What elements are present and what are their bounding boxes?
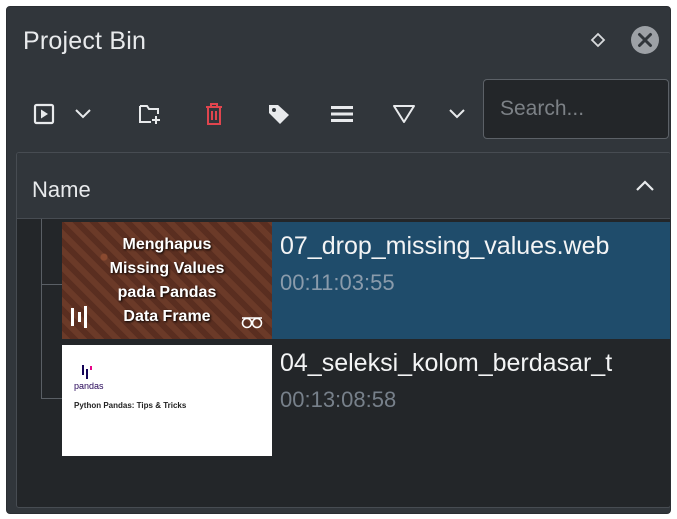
delete-button[interactable] <box>199 100 229 128</box>
add-folder-button[interactable] <box>135 100 167 128</box>
clip-row[interactable]: Menghapus Missing Values pada Pandas Dat… <box>62 222 670 339</box>
proxy-icon <box>241 317 263 329</box>
clip-row[interactable]: pandas Python Pandas: Tips & Tricks 04_s… <box>62 339 670 456</box>
close-icon <box>631 26 659 54</box>
chevron-down-icon <box>449 109 465 119</box>
float-button[interactable] <box>587 29 609 51</box>
clip-duration: 00:11:03:55 <box>280 270 395 295</box>
chevron-down-icon <box>75 109 91 119</box>
sort-ascending-icon <box>636 180 654 191</box>
tag-button[interactable] <box>264 100 294 128</box>
diamond-icon <box>590 32 606 48</box>
filter-menu-button[interactable] <box>443 100 471 128</box>
search-placeholder: Search... <box>500 97 585 120</box>
add-clip-button[interactable] <box>29 100 59 128</box>
clip-thumbnail: pandas Python Pandas: Tips & Tricks <box>62 339 272 456</box>
thumbnail-brand: pandas <box>74 381 104 391</box>
column-header-name[interactable]: Name <box>17 153 670 219</box>
view-options-button[interactable] <box>327 100 357 128</box>
tree-branch-line <box>41 219 42 399</box>
pandas-logo-icon <box>82 365 92 379</box>
clip-name: 07_drop_missing_values.web <box>280 232 610 260</box>
panel-title: Project Bin <box>23 27 147 55</box>
thumbnail-text: Menghapus <box>122 236 212 253</box>
trash-icon <box>206 103 222 125</box>
add-folder-icon <box>139 105 160 124</box>
filter-icon <box>393 105 415 123</box>
hamburger-icon <box>331 106 353 122</box>
add-clip-menu-button[interactable] <box>69 100 97 128</box>
clip-duration: 00:13:08:58 <box>280 387 397 412</box>
add-clip-icon <box>33 103 55 125</box>
thumbnail-heading: Python Pandas: Tips & Tricks <box>74 401 187 410</box>
tree-branch-line <box>41 284 62 285</box>
clip-name: 04_seleksi_kolom_berdasar_t <box>280 349 613 377</box>
tree-branch-line <box>41 398 62 399</box>
thumbnail-text: Missing Values <box>109 260 225 277</box>
column-header-label: Name <box>32 177 91 202</box>
close-button[interactable] <box>629 24 661 56</box>
project-bin-panel: Project Bin Search... Name Menghapus Mis… <box>6 6 671 514</box>
clip-thumbnail: Menghapus Missing Values pada Pandas Dat… <box>62 222 272 339</box>
filter-button[interactable] <box>389 100 419 128</box>
thumbnail-text: pada Pandas <box>117 284 217 301</box>
clip-list-view[interactable]: Name Menghapus Missing Values pada Panda… <box>16 152 670 508</box>
tag-icon <box>269 105 289 124</box>
search-input[interactable]: Search... <box>483 79 669 139</box>
logo-icon <box>71 306 87 328</box>
